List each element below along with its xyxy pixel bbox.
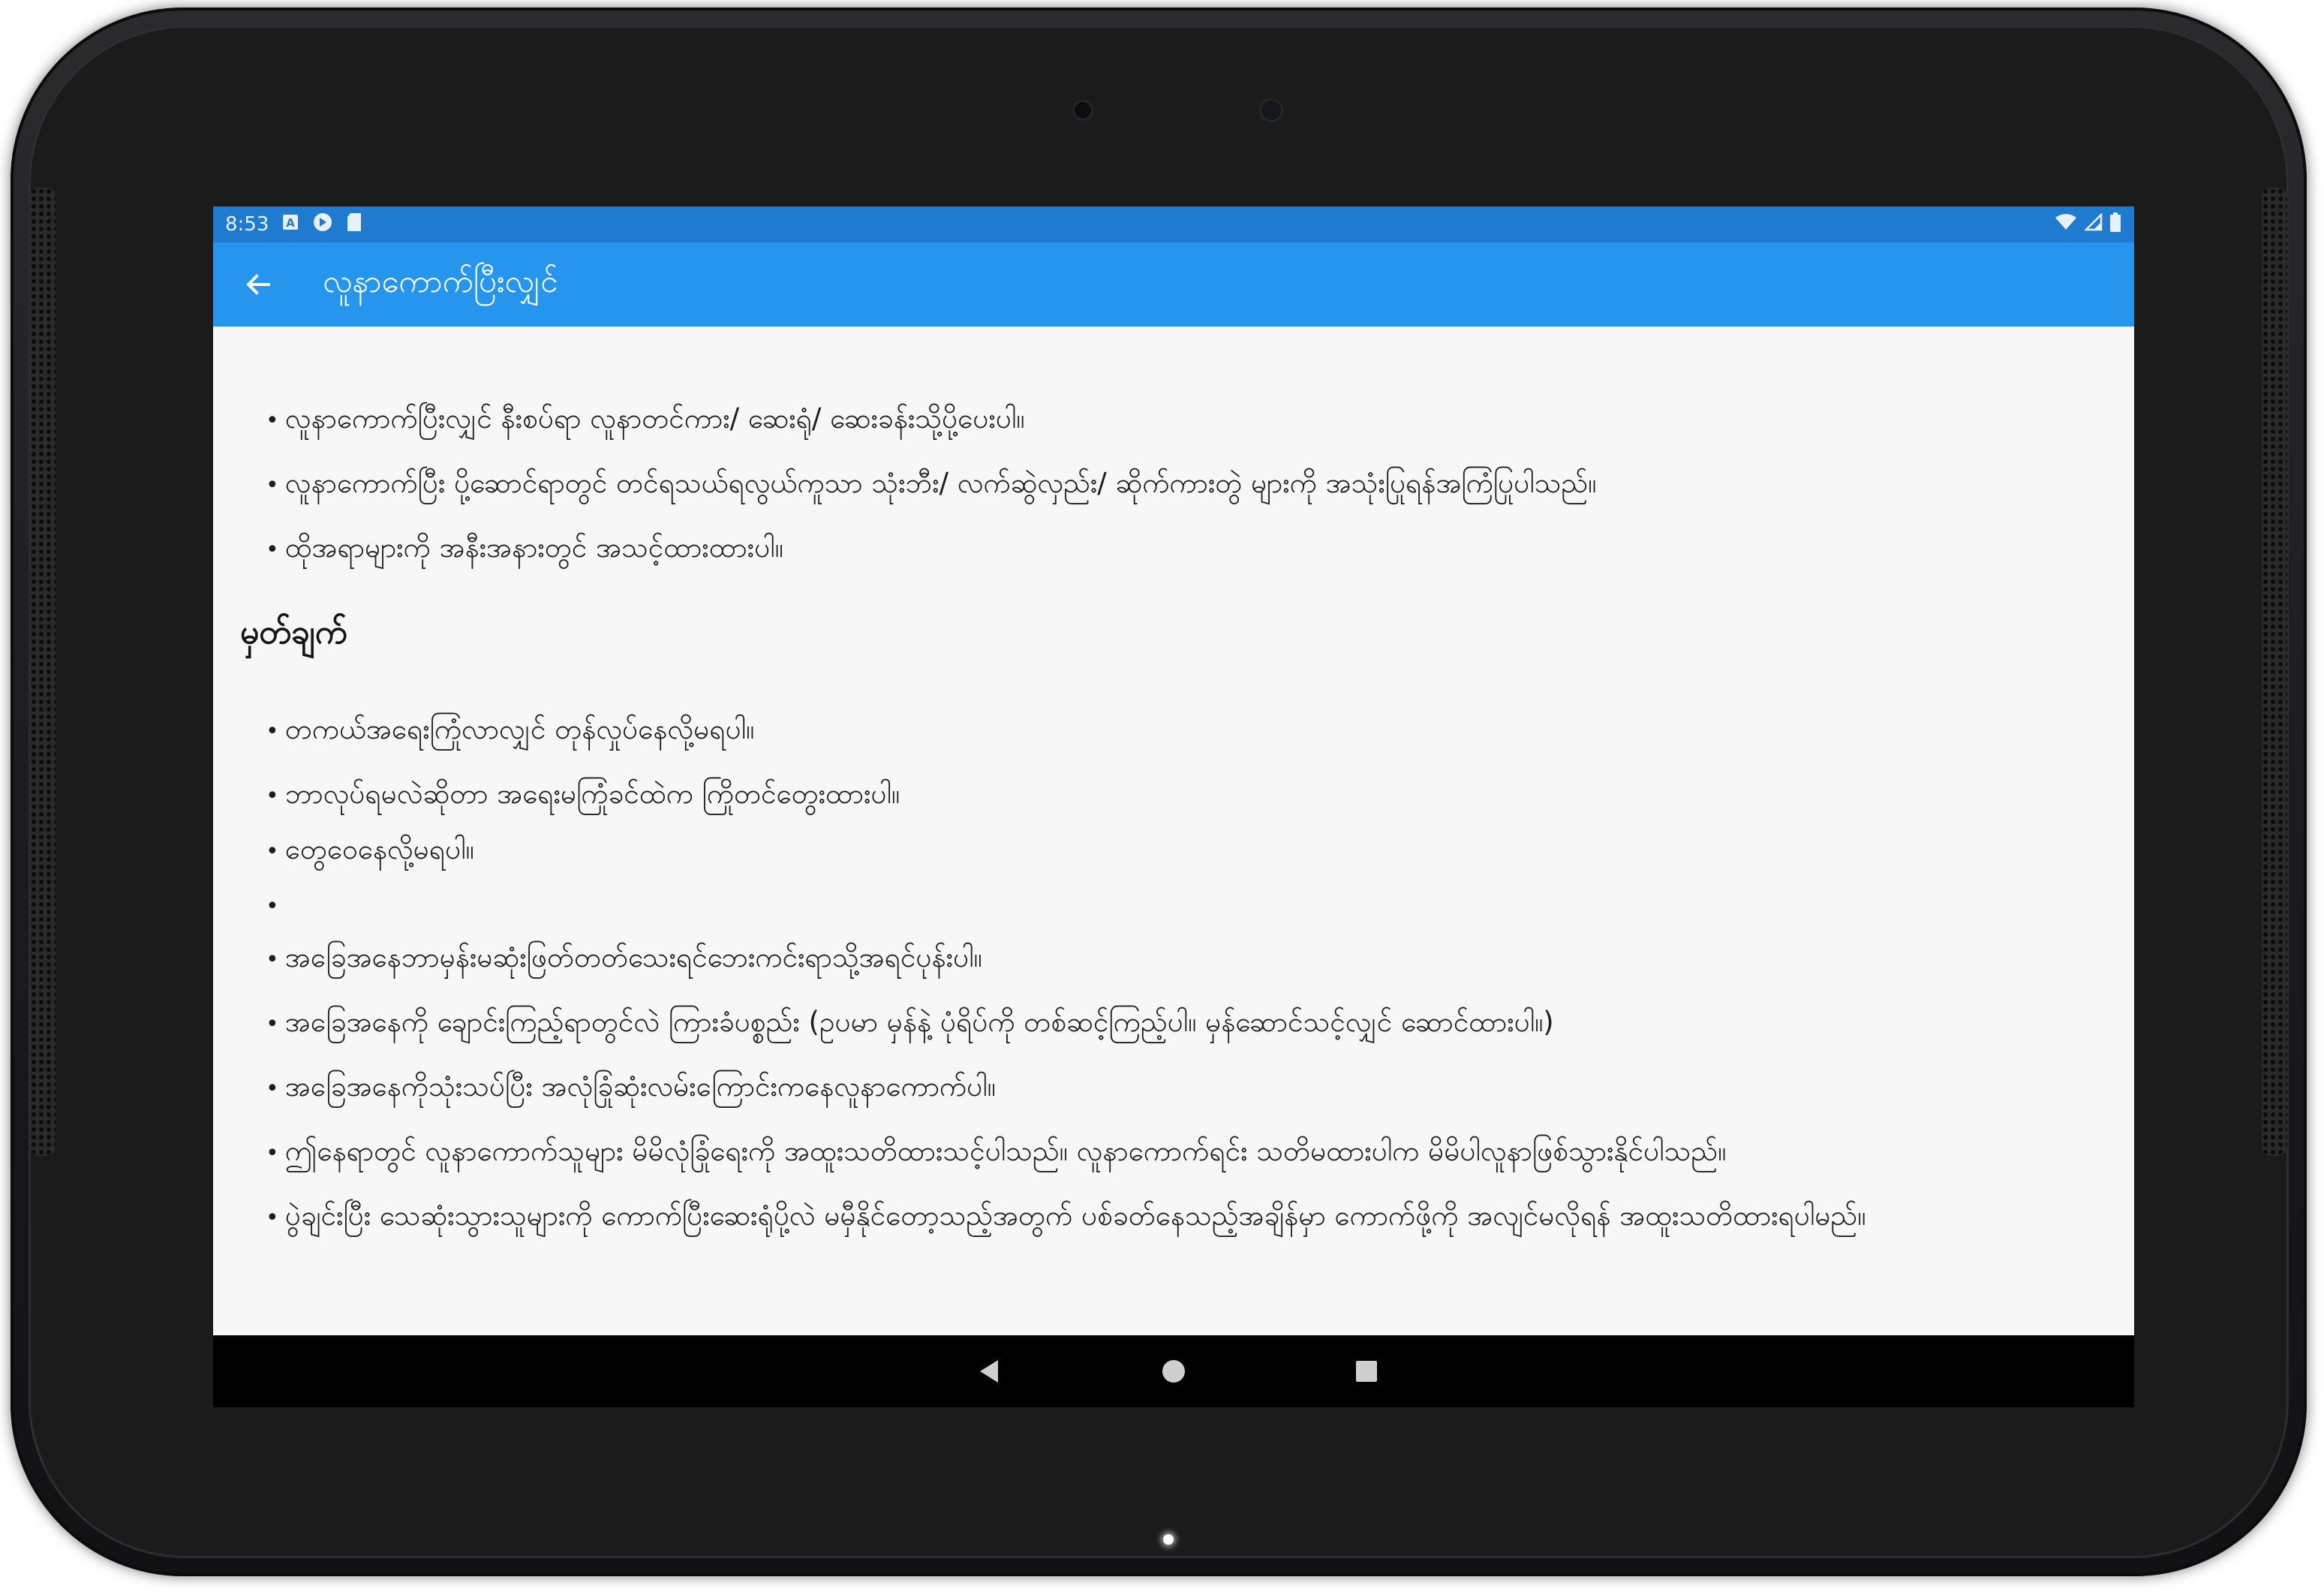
arrow-left-icon — [246, 274, 270, 295]
battery-icon — [2110, 212, 2121, 237]
bullet: • — [266, 1011, 279, 1037]
back-button[interactable] — [216, 242, 300, 327]
device-screen: 8:53 A လူနာကောက်ပြီးလျှင် • လူနာကောက်ပြီ… — [213, 206, 2134, 1407]
content-area: • လူနာကောက်ပြီးလျှင် နီးစပ်ရာ လူနာတင်ကား… — [213, 327, 2134, 1347]
bullet: • — [266, 1076, 279, 1102]
bullet: • — [266, 1205, 279, 1231]
list-item-text: ဘာလုပ်ရမလဲဆိုတာ အရေးမကြုံခင်ထဲက ကြိုတင်တ… — [284, 778, 900, 810]
signal-icon — [2083, 212, 2103, 236]
list-item: • တကယ်အရေးကြုံလာလျှင် တုန်လှုပ်နေလို့မရပ… — [266, 712, 754, 753]
play-protect-icon — [312, 212, 333, 238]
bullet: • — [266, 472, 279, 498]
list-item-text: ပွဲချင်းပြီး သေဆုံးသွားသူများကို ကောက်ပြ… — [284, 1199, 1866, 1232]
list-item: • အခြေအနေဘာမှန်းမဆုံးဖြတ်တတ်သေးရင်ဘေးကင်… — [266, 940, 982, 981]
list-item: • လူနာကောက်ပြီး ပို့ဆောင်ရာတွင် တင်ရသယ်ရ… — [266, 466, 1596, 507]
tablet-frame: 8:53 A လူနာကောက်ပြီးလျှင် • လူနာကောက်ပြီ… — [11, 8, 2307, 1576]
notes-heading: မှတ်ချက် — [240, 613, 347, 652]
right-speaker-grille — [2262, 188, 2287, 1156]
list-item: • အခြေအနေကို ချောင်းကြည့်ရာတွင်လဲ ကြားခံ… — [266, 1005, 1554, 1046]
home-circle-icon — [1162, 1360, 1185, 1383]
bullet: • — [266, 408, 279, 434]
status-bar: 8:53 A — [213, 206, 2134, 242]
list-item: • ဘာလုပ်ရမလဲဆိုတာ အရေးမကြုံခင်ထဲက ကြိုတင… — [266, 777, 900, 817]
list-item-text: လူနာကောက်ပြီးလျှင် နီးစပ်ရာ လူနာတင်ကား/ … — [284, 402, 1025, 435]
wifi-icon — [2055, 213, 2077, 236]
list-item: • လူနာကောက်ပြီးလျှင် နီးစပ်ရာ လူနာတင်ကား… — [266, 402, 1024, 442]
list-item: • ဤနေရာတွင် လူနာကောက်သူများ မိမိလုံခြုံရ… — [266, 1134, 1726, 1175]
nav-back-button[interactable] — [944, 1335, 1034, 1407]
bullet: • — [266, 783, 279, 809]
list-item-text: တကယ်အရေးကြုံလာလျှင် တုန်လှုပ်နေလို့မရပါ။ — [284, 713, 755, 745]
list-item: • အခြေအနေကိုသုံးသပ်ပြီး အလုံခြုံဆုံးလမ်း… — [266, 1070, 996, 1110]
bullet: • — [266, 946, 279, 973]
bullet: • — [266, 893, 279, 919]
bullet: • — [266, 1140, 279, 1166]
list-item-text: လူနာကောက်ပြီး ပို့ဆောင်ရာတွင် တင်ရသယ်ရလွ… — [284, 467, 1597, 499]
status-right-icons — [2055, 206, 2121, 242]
bullet: • — [266, 537, 279, 563]
sensor-dot — [1075, 102, 1091, 119]
list-item-text: အခြေအနေကို ချောင်းကြည့်ရာတွင်လဲ ကြားခံပစ… — [284, 1006, 1554, 1038]
list-item: • — [266, 888, 279, 920]
list-item: • ထိုအရာများကို အနီးအနားတွင် အသင့်ထားထား… — [266, 531, 783, 571]
front-camera — [1261, 101, 1281, 120]
a-icon: A — [282, 213, 299, 236]
nav-home-button[interactable] — [1129, 1335, 1219, 1407]
list-item: • တွေဝေနေလို့မရပါ။ — [266, 832, 474, 873]
svg-text:A: A — [287, 216, 296, 230]
list-item-text: တွေဝေနေလို့မရပါ။ — [284, 833, 474, 865]
list-item-text: အခြေအနေဘာမှန်းမဆုံးဖြတ်တတ်သေးရင်ဘေးကင်းရ… — [284, 941, 982, 974]
bullet: • — [266, 838, 279, 865]
page-title: လူနာကောက်ပြီးလျှင် — [323, 263, 558, 299]
system-nav-bar — [213, 1335, 2134, 1407]
list-item-text: ဤနေရာတွင် လူနာကောက်သူများ မိမိလုံခြုံရေး… — [284, 1135, 1727, 1167]
list-item: • ပွဲချင်းပြီး သေဆုံးသွားသူများကို ကောက်… — [266, 1199, 1866, 1239]
recents-square-icon — [1356, 1361, 1377, 1382]
home-led-light — [1163, 1534, 1174, 1545]
sd-card-icon — [347, 212, 362, 237]
left-speaker-grille — [30, 188, 56, 1156]
bullet: • — [266, 718, 279, 745]
back-triangle-icon — [980, 1360, 998, 1383]
app-bar: လူနာကောက်ပြီးလျှင် — [213, 242, 2134, 327]
list-item-text: ထိုအရာများကို အနီးအနားတွင် အသင့်ထားထားပါ… — [284, 531, 783, 564]
status-time: 8:53 — [225, 213, 269, 236]
list-item-text: အခြေအနေကိုသုံးသပ်ပြီး အလုံခြုံဆုံးလမ်းကြ… — [284, 1070, 996, 1103]
nav-recents-button[interactable] — [1321, 1335, 1412, 1407]
